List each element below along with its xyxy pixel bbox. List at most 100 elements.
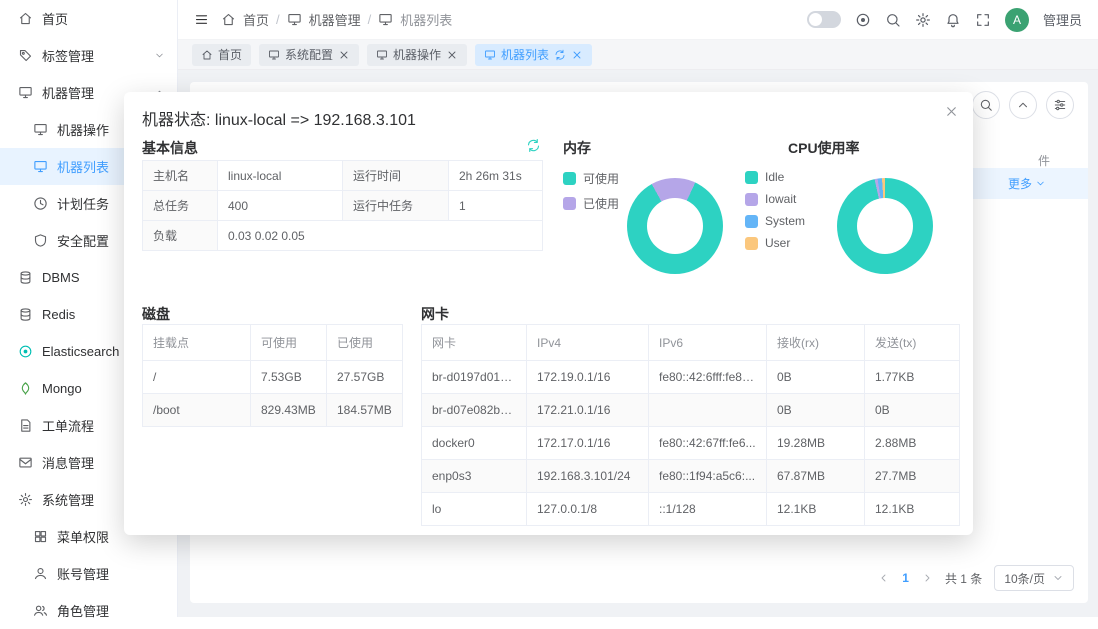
sidebar-item-label: 账号管理: [57, 564, 109, 583]
sidebar-item-label: 消息管理: [42, 453, 94, 472]
user-icon: [33, 566, 48, 581]
sidebar-item-label: 工单流程: [42, 416, 94, 435]
cell: lo: [422, 493, 527, 526]
page-size-select[interactable]: 10条/页: [994, 565, 1074, 591]
close-icon[interactable]: [571, 49, 583, 61]
shield-icon: [33, 233, 48, 248]
sidebar-item-label: 角色管理: [57, 601, 109, 620]
sidebar-item-label: 系统管理: [42, 490, 94, 509]
close-icon[interactable]: [446, 49, 458, 61]
tab-home[interactable]: 首页: [192, 44, 251, 66]
table-toolbar: [972, 91, 1074, 119]
cell: 27.57GB: [327, 361, 403, 394]
table-row: docker0 172.17.0.1/16 fe80::42:67ff:fe6.…: [422, 427, 960, 460]
sidebar-item-label: 首页: [42, 9, 68, 28]
memory-heading: 内存: [563, 138, 591, 158]
sidebar-item-home[interactable]: 首页: [0, 0, 177, 37]
legend-label: User: [765, 236, 790, 250]
table-row: br-d07e082b9d... 172.21.0.1/16 0B 0B: [422, 394, 960, 427]
refresh-icon[interactable]: [526, 138, 541, 153]
pagination: 1 共 1 条 10条/页: [878, 565, 1074, 591]
legend-item[interactable]: Idle: [745, 170, 805, 184]
search-button[interactable]: [972, 91, 1000, 119]
cpu-legend: Idle Iowait System User: [745, 170, 805, 250]
legend-item[interactable]: 已使用: [563, 195, 619, 212]
breadcrumb-item[interactable]: 首页: [243, 10, 269, 29]
theme-toggle[interactable]: [807, 11, 841, 28]
tag-icon: [18, 48, 33, 63]
prev-page-button[interactable]: [878, 572, 890, 584]
sidebar-item-label: 机器管理: [42, 83, 94, 102]
sidebar-item-label: 机器操作: [57, 120, 109, 139]
table-row: br-d0197d01ee... 172.19.0.1/16 fe80::42:…: [422, 361, 960, 394]
cell: 12.1KB: [865, 493, 960, 526]
sidebar-item-role-management[interactable]: 角色管理: [0, 592, 177, 629]
cell: 172.19.0.1/16: [527, 361, 649, 394]
bell-icon[interactable]: [945, 12, 961, 28]
monitor-icon: [33, 122, 48, 137]
sidebar-item-account-management[interactable]: 账号管理: [0, 555, 177, 592]
network-heading: 网卡: [421, 304, 449, 324]
gear-icon[interactable]: [915, 12, 931, 28]
record-icon[interactable]: [855, 12, 871, 28]
table-row: 负载 0.03 0.02 0.05: [143, 221, 543, 251]
donut-hole: [857, 198, 913, 254]
column-header: 挂载点: [143, 325, 251, 361]
home-icon: [201, 49, 213, 61]
legend-item[interactable]: User: [745, 236, 805, 250]
close-icon[interactable]: [338, 49, 350, 61]
network-table: 网卡 IPv4 IPv6 接收(rx) 发送(tx) br-d0197d01ee…: [421, 324, 960, 526]
more-link-label: 更多: [1008, 175, 1032, 192]
dialog-title: 机器状态: linux-local => 192.168.3.101: [142, 106, 416, 130]
value-cell: 1: [449, 191, 543, 221]
cell: 0B: [865, 394, 960, 427]
clock-icon: [33, 196, 48, 211]
sidebar-item-label: 标签管理: [42, 46, 94, 65]
tab-machine-operations[interactable]: 机器操作: [367, 44, 467, 66]
sidebar-item-label: Elasticsearch: [42, 344, 119, 359]
column-header: 网卡: [422, 325, 527, 361]
cell: fe80::42:6fff:fe8e...: [649, 361, 767, 394]
legend-item[interactable]: System: [745, 214, 805, 228]
sidebar-item-label: DBMS: [42, 270, 80, 285]
document-icon: [18, 418, 33, 433]
more-link[interactable]: 更多: [1008, 175, 1046, 192]
refresh-icon[interactable]: [554, 49, 566, 61]
mail-icon: [18, 455, 33, 470]
column-header: 接收(rx): [767, 325, 865, 361]
table-row: 主机名 linux-local 运行时间 2h 26m 31s: [143, 161, 543, 191]
mongodb-leaf-icon: [18, 381, 33, 396]
value-cell: 400: [218, 191, 343, 221]
cell: enp0s3: [422, 460, 527, 493]
total-count: 共 1 条: [945, 570, 982, 587]
redis-icon: [18, 307, 33, 322]
label-cell: 总任务: [143, 191, 218, 221]
legend-label: 已使用: [583, 195, 619, 212]
elasticsearch-icon: [18, 344, 33, 359]
hamburger-menu-icon[interactable]: [194, 12, 209, 27]
breadcrumb-item[interactable]: 机器管理: [309, 10, 361, 29]
collapse-button[interactable]: [1009, 91, 1037, 119]
next-page-button[interactable]: [921, 572, 933, 584]
cell: fe80::1f94:a5c6:...: [649, 460, 767, 493]
sidebar-item-tag-management[interactable]: 标签管理: [0, 37, 177, 74]
legend-item[interactable]: Iowait: [745, 192, 805, 206]
current-page[interactable]: 1: [902, 571, 909, 585]
table-header-row: 网卡 IPv4 IPv6 接收(rx) 发送(tx): [422, 325, 960, 361]
fullscreen-icon[interactable]: [975, 12, 991, 28]
avatar[interactable]: A: [1005, 8, 1029, 32]
cell: 184.57MB: [327, 394, 403, 427]
column-filter-button[interactable]: [1046, 91, 1074, 119]
sidebar-item-label: 机器列表: [57, 157, 109, 176]
cell: 0B: [767, 361, 865, 394]
cell: fe80::42:67ff:fe6...: [649, 427, 767, 460]
tab-system-config[interactable]: 系统配置: [259, 44, 359, 66]
tab-machine-list[interactable]: 机器列表: [475, 44, 592, 66]
label-cell: 负载: [143, 221, 218, 251]
close-icon[interactable]: [944, 104, 959, 119]
table-row: lo 127.0.0.1/8 ::1/128 12.1KB 12.1KB: [422, 493, 960, 526]
tab-label: 系统配置: [285, 46, 333, 63]
search-icon[interactable]: [885, 12, 901, 28]
chevron-down-icon: [1052, 572, 1064, 584]
legend-item[interactable]: 可使用: [563, 170, 619, 187]
